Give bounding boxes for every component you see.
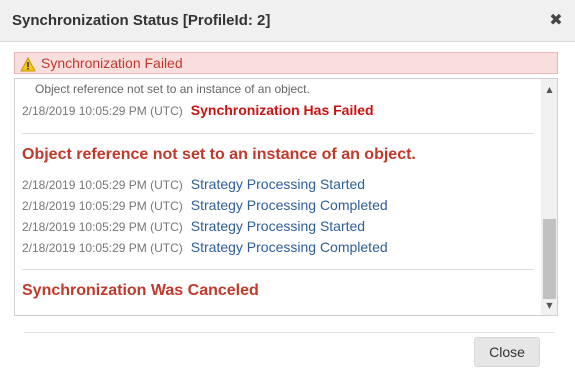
entry-message: Synchronization Has Failed	[190, 102, 374, 118]
error-heading: Object reference not set to an instance …	[22, 146, 416, 163]
entry-timestamp: 2/18/2019 10:05:29 PM (UTC)	[22, 178, 183, 192]
scroll-thumb[interactable]	[543, 219, 556, 299]
scroll-down-icon[interactable]: ▼	[541, 299, 557, 313]
entry-timestamp: 2/18/2019 10:05:29 PM (UTC)	[22, 241, 183, 255]
warning-triangle-icon	[20, 57, 36, 72]
close-icon[interactable]: ✖	[549, 12, 563, 28]
log-entry: 2/18/2019 10:05:29 PM (UTC) Strategy Proc…	[22, 197, 388, 215]
failure-alert: Synchronization Failed	[14, 52, 558, 74]
scroll-up-icon[interactable]: ▲	[541, 83, 557, 97]
dialog-header: Synchronization Status [ProfileId: 2] ✖	[0, 0, 575, 42]
entry-timestamp: 2/18/2019 10:05:29 PM (UTC)	[22, 220, 183, 234]
dialog-title: Synchronization Status [ProfileId: 2]	[12, 12, 271, 29]
canceled-heading: Synchronization Was Canceled	[22, 282, 259, 299]
entry-message: Strategy Processing Completed	[190, 239, 388, 255]
entry-message: Strategy Processing Started	[190, 218, 366, 234]
entry-timestamp: 2/18/2019 10:05:29 PM (UTC)	[22, 104, 183, 118]
vertical-scrollbar[interactable]: ▲ ▼	[541, 79, 557, 315]
log-entry: 2/18/2019 10:05:29 PM (UTC) Synchronizati…	[22, 102, 374, 120]
log-entry: 2/18/2019 10:05:29 PM (UTC) Strategy Proc…	[22, 239, 388, 257]
truncated-message: Object reference not set to an instance …	[35, 82, 310, 96]
log-entry: 2/18/2019 10:05:29 PM (UTC) Strategy Proc…	[22, 176, 365, 194]
sync-status-dialog: Synchronization Status [ProfileId: 2] ✖ …	[0, 0, 575, 392]
alert-text: Synchronization Failed	[41, 55, 183, 71]
divider	[22, 269, 534, 270]
entry-message: Strategy Processing Started	[190, 176, 366, 192]
close-button[interactable]: Close	[474, 337, 540, 367]
log-content: Object reference not set to an instance …	[15, 79, 541, 315]
entry-timestamp: 2/18/2019 10:05:29 PM (UTC)	[22, 199, 183, 213]
log-entry: 2/18/2019 10:05:29 PM (UTC) Strategy Proc…	[22, 218, 365, 236]
log-panel[interactable]: Object reference not set to an instance …	[14, 78, 558, 316]
entry-message: Strategy Processing Completed	[190, 197, 388, 213]
divider	[22, 133, 534, 134]
footer-divider	[24, 332, 554, 333]
